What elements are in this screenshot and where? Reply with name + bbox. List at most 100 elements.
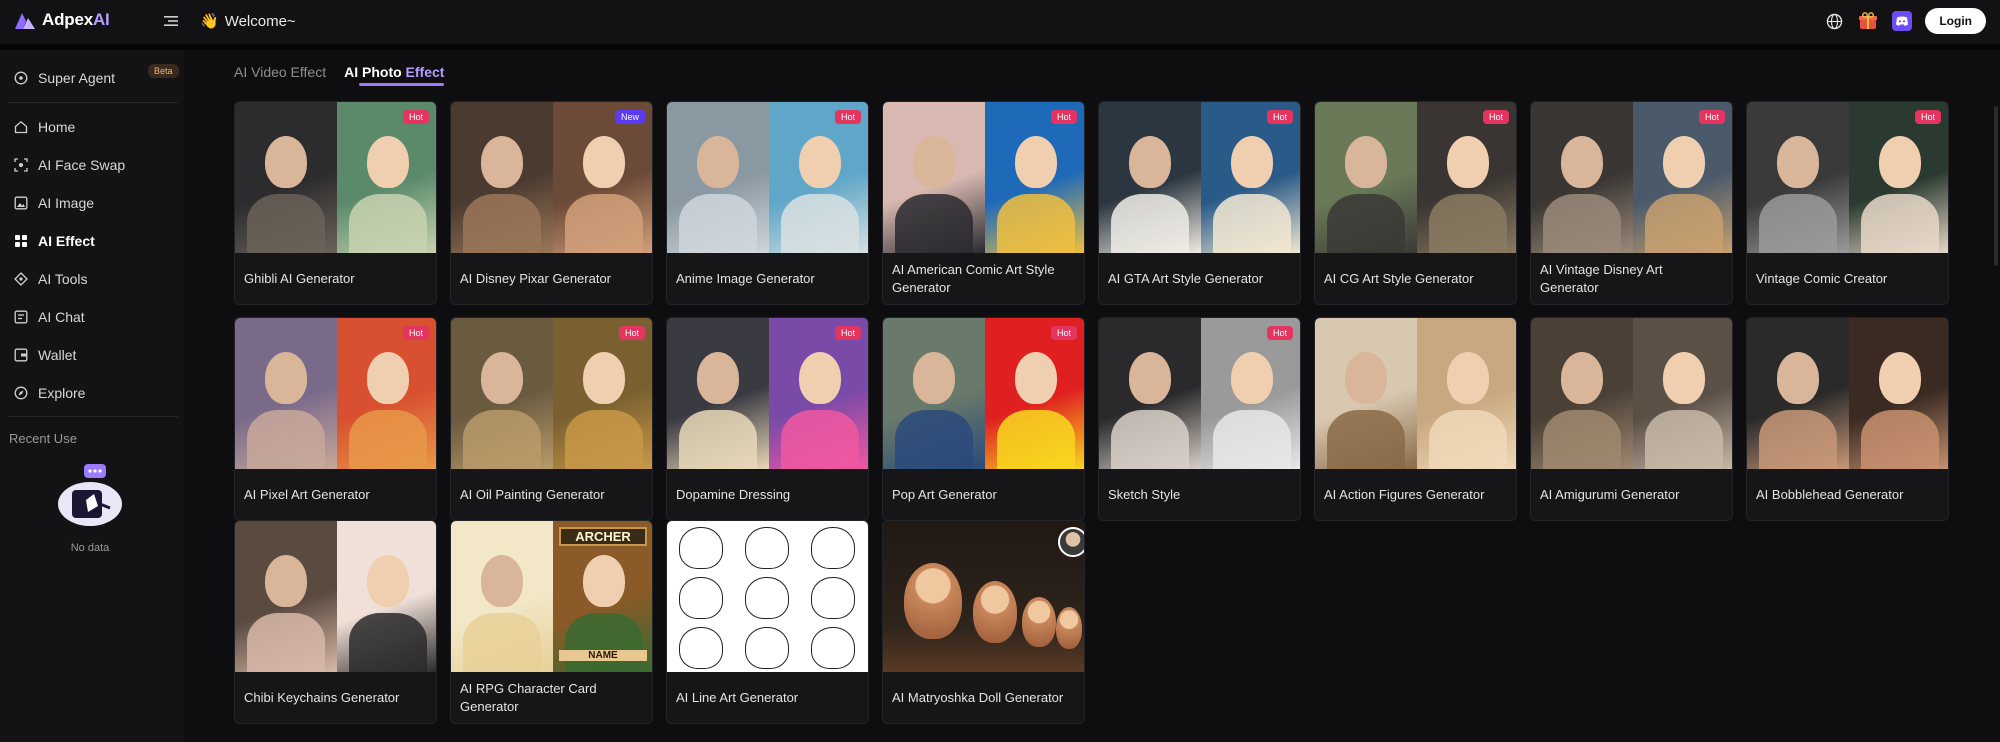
effect-card[interactable]: Hot Sketch Style xyxy=(1098,317,1301,521)
portrait-body xyxy=(1644,194,1723,253)
language-globe-icon[interactable] xyxy=(1823,10,1845,32)
sidebar-item-wallet[interactable]: Wallet xyxy=(14,340,178,370)
effect-card-preview-image: Hot xyxy=(1099,102,1300,253)
effect-card[interactable]: Hot Anime Image Generator xyxy=(666,101,869,305)
portrait-head xyxy=(582,136,625,188)
portrait-head xyxy=(913,352,955,404)
effect-card-preview-image: Hot xyxy=(235,318,436,469)
sidebar-item-chat[interactable]: AI Chat xyxy=(14,302,178,332)
rpg-card-heading: ARCHER xyxy=(559,527,647,546)
effect-card-title: Ghibli AI Generator xyxy=(244,270,355,286)
effect-card[interactable]: Hot Pop Art Generator xyxy=(882,317,1085,521)
portrait-body xyxy=(348,194,427,253)
sidebar-item-label: AI Effect xyxy=(38,233,95,249)
hot-badge: Hot xyxy=(1266,110,1293,124)
effect-card[interactable]: New AI Disney Pixar Generator xyxy=(450,101,653,305)
effect-card[interactable]: AI Matryoshka Doll Generator xyxy=(882,520,1085,724)
tools-icon xyxy=(14,272,28,286)
effect-card[interactable]: Hot AI Oil Painting Generator xyxy=(450,317,653,521)
effect-card-preview-image xyxy=(667,521,868,672)
discord-icon[interactable] xyxy=(1891,10,1913,32)
portrait-body xyxy=(1759,410,1837,469)
effect-card-title: Dopamine Dressing xyxy=(676,486,791,502)
portrait-body xyxy=(1212,410,1291,469)
original-photo xyxy=(451,318,553,469)
sidebar-item-effect[interactable]: AI Effect xyxy=(14,226,178,256)
original-photo xyxy=(1315,318,1417,469)
effect-card[interactable]: Hot AI GTA Art Style Generator xyxy=(1098,101,1301,305)
effect-card-title: Chibi Keychains Generator xyxy=(244,689,400,705)
portrait-body xyxy=(679,194,757,253)
effect-card-title: Anime Image Generator xyxy=(676,270,815,286)
effect-card[interactable]: ARCHER NAME AI RPG Character Card Generato… xyxy=(450,520,653,724)
logo[interactable]: AdpexAI xyxy=(14,10,110,30)
portrait-body xyxy=(780,194,859,253)
portrait-head xyxy=(1561,352,1603,404)
no-data-text: No data xyxy=(70,542,110,554)
effect-card[interactable]: Hot Vintage Comic Creator xyxy=(1746,101,1949,305)
portrait-head xyxy=(1345,136,1387,188)
effect-card[interactable]: Hot Dopamine Dressing xyxy=(666,317,869,521)
sidebar-item-image[interactable]: AI Image xyxy=(14,188,178,218)
effect-card[interactable]: Hot AI CG Art Style Generator xyxy=(1314,101,1517,305)
portrait-head xyxy=(582,352,625,404)
effect-card-title: AI Oil Painting Generator xyxy=(460,486,605,502)
effect-card[interactable]: Chibi Keychains Generator xyxy=(234,520,437,724)
portrait-head xyxy=(1777,136,1819,188)
sidebar-item-face-swap[interactable]: AI Face Swap xyxy=(14,150,178,180)
gift-icon[interactable] xyxy=(1857,10,1879,32)
portrait-head xyxy=(1230,136,1273,188)
hot-badge: Hot xyxy=(834,110,861,124)
effect-card[interactable]: AI Bobblehead Generator xyxy=(1746,317,1949,521)
styled-result xyxy=(1848,102,1948,253)
vertical-scrollbar[interactable] xyxy=(1994,106,1998,266)
original-photo xyxy=(667,102,769,253)
sidebar-item-home[interactable]: Home xyxy=(14,112,178,142)
effect-card[interactable]: AI Line Art Generator xyxy=(666,520,869,724)
sidebar-item-label: Home xyxy=(38,119,76,135)
portrait-head xyxy=(1345,352,1387,404)
tab-ai-video-effect[interactable]: AI Video Effect xyxy=(234,64,326,86)
portrait-head xyxy=(1129,352,1171,404)
line-art-face xyxy=(679,527,723,569)
explore-icon xyxy=(14,386,28,400)
effect-card-preview-image: Hot xyxy=(1099,318,1300,469)
portrait-body xyxy=(247,194,325,253)
portrait-body xyxy=(247,410,325,469)
sidebar-item-label: AI Face Swap xyxy=(38,157,126,173)
effect-card[interactable]: Hot AI American Comic Art Style Generator xyxy=(882,101,1085,305)
portrait-head xyxy=(1446,136,1489,188)
agent-icon xyxy=(14,71,28,85)
sidebar-item-tools[interactable]: AI Tools xyxy=(14,264,178,294)
portrait-body xyxy=(1212,194,1291,253)
original-photo xyxy=(1531,318,1633,469)
effect-card-preview-image xyxy=(883,521,1084,672)
portrait-body xyxy=(1644,410,1723,469)
portrait-body xyxy=(348,613,427,672)
effect-card[interactable]: AI Amigurumi Generator xyxy=(1530,317,1733,521)
portrait-body xyxy=(679,410,757,469)
line-art-face xyxy=(811,577,855,619)
chat-icon xyxy=(14,310,28,324)
sidebar-item-explore[interactable]: Explore xyxy=(14,378,178,408)
portrait-head xyxy=(1446,352,1489,404)
hot-badge: Hot xyxy=(402,110,429,124)
effect-card[interactable]: Hot AI Pixel Art Generator xyxy=(234,317,437,521)
effect-card[interactable]: Hot Ghibli AI Generator xyxy=(234,101,437,305)
original-photo xyxy=(1099,102,1201,253)
menu-toggle-icon[interactable] xyxy=(163,13,179,29)
sidebar-item-label: Super Agent xyxy=(38,70,116,86)
tab-ai-photo-effect[interactable]: AI Photo Effect xyxy=(344,64,445,86)
effect-card-preview-image: Hot xyxy=(667,102,868,253)
effect-card-title: AI Vintage Disney Art Generator xyxy=(1540,261,1663,295)
effect-card[interactable]: Hot AI Vintage Disney Art Generator xyxy=(1530,101,1733,305)
portrait-body xyxy=(564,410,643,469)
effect-card[interactable]: AI Action Figures Generator xyxy=(1314,317,1517,521)
logo-mark-icon xyxy=(14,10,36,30)
portrait-body xyxy=(463,410,541,469)
effect-card-preview-image: ARCHER NAME xyxy=(451,521,652,672)
original-photo xyxy=(1747,102,1849,253)
hot-badge: Hot xyxy=(1050,326,1077,340)
login-button[interactable]: Login xyxy=(1925,8,1986,34)
matryoshka-doll xyxy=(973,581,1017,643)
